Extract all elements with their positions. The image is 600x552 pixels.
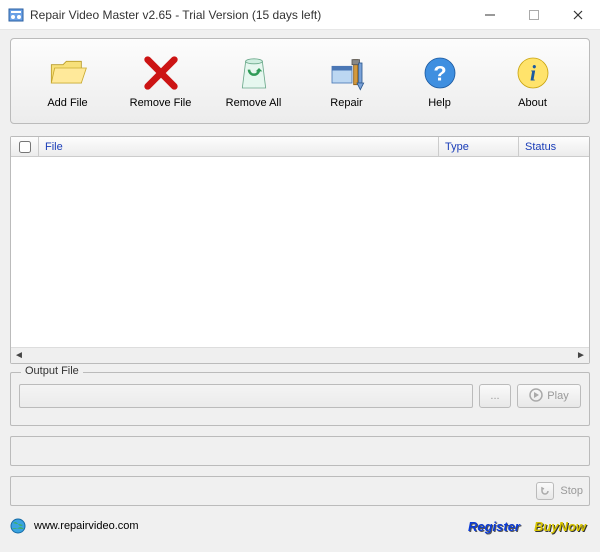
repair-button[interactable]: Repair	[307, 53, 387, 109]
minimize-button[interactable]	[468, 0, 512, 29]
stop-group: Stop	[10, 476, 590, 506]
website-link[interactable]: www.repairvideo.com	[34, 520, 139, 532]
help-button[interactable]: ? Help	[400, 53, 480, 109]
remove-all-label: Remove All	[226, 97, 282, 109]
list-body[interactable]	[11, 157, 589, 347]
output-file-group: Output File ... Play	[10, 372, 590, 426]
file-column-header[interactable]: File	[39, 137, 439, 156]
progress-bar	[10, 436, 590, 466]
window-title: Repair Video Master v2.65 - Trial Versio…	[30, 8, 468, 22]
register-link[interactable]: Register	[468, 519, 520, 534]
add-file-label: Add File	[47, 97, 87, 109]
stop-button[interactable]: Stop	[536, 482, 583, 500]
about-button[interactable]: i About	[493, 53, 573, 109]
help-label: Help	[428, 97, 451, 109]
scroll-right-icon[interactable]: ►	[573, 348, 589, 364]
play-button[interactable]: Play	[517, 384, 581, 408]
output-file-input[interactable]	[19, 384, 473, 408]
recycle-bin-icon	[234, 53, 274, 93]
maximize-button[interactable]	[512, 0, 556, 29]
buynow-link[interactable]: BuyNow	[534, 519, 586, 534]
folder-open-icon	[48, 53, 88, 93]
scroll-left-icon[interactable]: ◄	[11, 348, 27, 364]
app-icon	[8, 7, 24, 23]
remove-file-label: Remove File	[130, 97, 192, 109]
title-bar: Repair Video Master v2.65 - Trial Versio…	[0, 0, 600, 30]
browse-label: ...	[490, 390, 499, 402]
help-icon: ?	[420, 53, 460, 93]
info-icon: i	[513, 53, 553, 93]
play-label: Play	[547, 390, 568, 402]
svg-text:?: ?	[433, 61, 446, 86]
select-all-checkbox[interactable]	[19, 141, 31, 153]
main-toolbar: Add File Remove File Remove All	[10, 38, 590, 124]
add-file-button[interactable]: Add File	[28, 53, 108, 109]
remove-file-button[interactable]: Remove File	[121, 53, 201, 109]
list-header: File Type Status	[11, 137, 589, 157]
client-area: Add File Remove File Remove All	[0, 30, 600, 552]
tools-icon	[327, 53, 367, 93]
svg-text:i: i	[529, 62, 535, 86]
browse-button[interactable]: ...	[479, 384, 511, 408]
status-column-header[interactable]: Status	[519, 137, 589, 156]
about-label: About	[518, 97, 547, 109]
stop-label: Stop	[560, 485, 583, 497]
x-red-icon	[141, 53, 181, 93]
remove-all-button[interactable]: Remove All	[214, 53, 294, 109]
horizontal-scrollbar[interactable]: ◄ ►	[11, 347, 589, 363]
globe-icon	[10, 518, 26, 534]
type-column-header[interactable]: Type	[439, 137, 519, 156]
play-icon	[529, 388, 543, 405]
select-all-column[interactable]	[11, 137, 39, 156]
repair-label: Repair	[330, 97, 362, 109]
close-button[interactable]	[556, 0, 600, 29]
file-list: File Type Status ◄ ►	[10, 136, 590, 364]
stop-icon	[536, 482, 554, 500]
footer: www.repairvideo.com Register BuyNow	[10, 514, 590, 538]
output-file-legend: Output File	[21, 365, 83, 377]
window-controls	[468, 0, 600, 29]
